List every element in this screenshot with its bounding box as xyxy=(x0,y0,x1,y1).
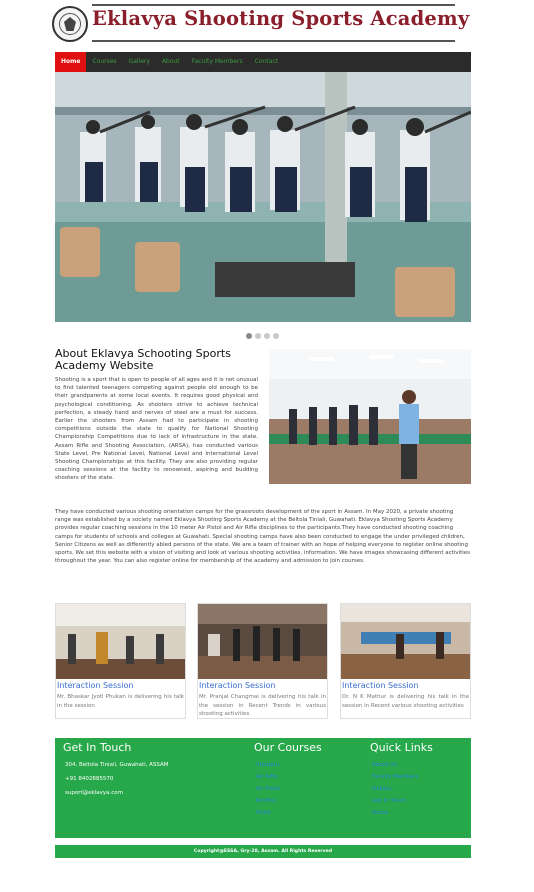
card-description: Dr. N K Mathur is delivering his talk in… xyxy=(342,694,469,709)
about-photo xyxy=(269,349,471,484)
card-title[interactable]: Interaction Session xyxy=(341,679,470,690)
footer-course-air-rifle[interactable]: Air Rifle xyxy=(256,774,278,780)
card-photo xyxy=(341,604,470,679)
site-footer: Get In Touch 304, Beltola Tiniali, Guwah… xyxy=(55,738,471,838)
academy-logo[interactable] xyxy=(52,6,88,42)
slider-dot-2[interactable] xyxy=(255,333,261,339)
nav-contact[interactable]: Contact xyxy=(249,52,284,72)
about-paragraph-1: Shooting is a sport that is open to peop… xyxy=(55,377,258,482)
nav-about[interactable]: About xyxy=(156,52,186,72)
footer-course-pistol[interactable]: Pistol xyxy=(256,810,271,816)
card-photo xyxy=(198,604,327,679)
card-photo xyxy=(56,604,185,679)
footer-links-heading: Quick Links xyxy=(370,741,433,754)
footer-link-contact[interactable]: Get In Touch xyxy=(372,798,406,804)
footer-contact-heading: Get In Touch xyxy=(63,741,132,754)
gallery-card-2[interactable]: Interaction Session Mr. Pranjal Changmai… xyxy=(197,603,328,719)
nav-faculty-members[interactable]: Faculty Members xyxy=(186,52,249,72)
site-title: Eklavya Shooting Sports Academy xyxy=(92,7,470,30)
footer-email[interactable]: suport@eklavya.com xyxy=(65,790,123,796)
nav-gallery[interactable]: Gallery xyxy=(123,52,156,72)
copyright-bar: Copyright@ESSA, Gry-28, Assam. All Right… xyxy=(55,845,471,858)
gallery-card-3[interactable]: Interaction Session Dr. N K Mathur is de… xyxy=(340,603,471,719)
footer-course-air-pistol[interactable]: Air Pistol xyxy=(256,786,280,792)
about-paragraph-2: They have conducted various shooting ori… xyxy=(55,509,471,565)
about-heading: About Eklavya Schooting Sports Academy W… xyxy=(55,347,231,372)
card-description: Mr. Bhaskar Jyoti Phukan is delivering h… xyxy=(57,694,184,709)
footer-course-rimfire[interactable]: Rimfire xyxy=(256,798,276,804)
nav-courses[interactable]: Courses xyxy=(86,52,122,72)
gallery-card-1[interactable]: Interaction Session Mr. Bhaskar Jyoti Ph… xyxy=(55,603,186,719)
footer-phone[interactable]: +91 8402885570 xyxy=(65,776,113,782)
footer-link-home[interactable]: Home xyxy=(372,810,388,816)
slider-dot-3[interactable] xyxy=(264,333,270,339)
card-title[interactable]: Interaction Session xyxy=(198,679,327,690)
training-hall-photo xyxy=(269,349,471,484)
slider-dots xyxy=(246,333,279,339)
footer-link-faculty[interactable]: Faculty Members xyxy=(372,774,419,780)
nav-home[interactable]: Home xyxy=(55,52,87,72)
footer-courses-heading: Our Courses xyxy=(254,741,322,754)
slider-dot-1[interactable] xyxy=(246,333,252,339)
hero-slide-image[interactable] xyxy=(55,72,471,322)
card-title[interactable]: Interaction Session xyxy=(56,679,185,690)
footer-link-gallery[interactable]: Gallery xyxy=(372,786,392,792)
shooting-range-photo xyxy=(55,72,471,322)
header-rule-bottom xyxy=(92,40,455,42)
footer-address: 304, Beltola Tiniali, Guwahati, ASSAM xyxy=(65,762,169,768)
footer-link-about[interactable]: About Us xyxy=(372,762,397,768)
header-rule-top xyxy=(92,4,455,6)
main-nav: Home Courses Gallery About Faculty Membe… xyxy=(55,52,471,72)
card-description: Mr. Pranjal Changmai is delivering his t… xyxy=(199,694,326,717)
slider-dot-4[interactable] xyxy=(273,333,279,339)
footer-course-shotgun[interactable]: Shotgun xyxy=(256,762,279,768)
